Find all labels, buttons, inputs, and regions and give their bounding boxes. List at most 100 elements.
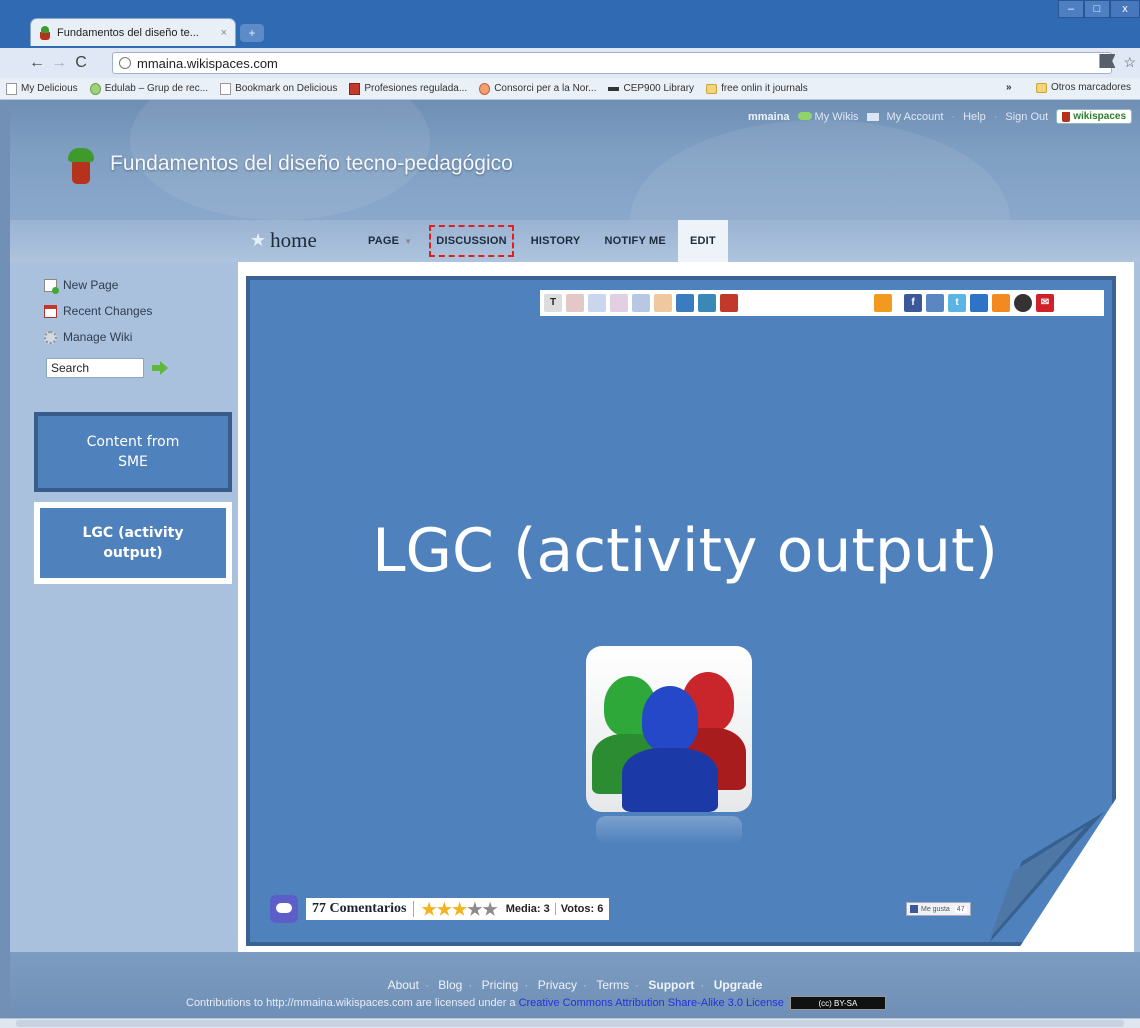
footer-link-blog[interactable]: Blog xyxy=(438,978,462,992)
back-icon[interactable]: ← xyxy=(26,54,48,72)
wiki-page: mmaina My Wikis My Account · Help · Sign… xyxy=(10,100,1140,1018)
sidebar: New Page Recent Changes Manage Wiki Cont… xyxy=(10,262,238,952)
tab-label: DISCUSSION xyxy=(436,235,507,247)
star-icon[interactable]: ★ xyxy=(250,230,266,251)
twitter-icon[interactable]: t xyxy=(948,294,966,312)
person-blue xyxy=(642,686,698,752)
bookmark-item[interactable]: Bookmark on Delicious xyxy=(220,82,337,95)
callout-content-from-sme: Content from SME xyxy=(34,412,232,492)
reader-icon[interactable] xyxy=(698,294,716,312)
blogger-icon[interactable] xyxy=(992,294,1010,312)
star-icon[interactable]: ★ xyxy=(452,901,467,918)
footer-link-terms[interactable]: Terms xyxy=(596,978,629,992)
footer-link-about[interactable]: About xyxy=(388,978,419,992)
footer-link-support[interactable]: Support xyxy=(648,978,694,992)
tab-edit[interactable]: EDIT xyxy=(677,220,728,262)
star-icon[interactable]: ★ xyxy=(422,901,437,918)
delicious-icon[interactable] xyxy=(970,294,988,312)
bookmarks-more-icon[interactable]: » xyxy=(1006,82,1012,93)
audio-icon[interactable] xyxy=(610,294,628,312)
separator: · xyxy=(424,978,429,992)
new-tab-button[interactable]: + xyxy=(240,24,264,42)
screen-icon[interactable] xyxy=(588,294,606,312)
maximize-button[interactable]: □ xyxy=(1084,0,1110,18)
star-icon[interactable]: ★ xyxy=(437,901,452,918)
bookmark-label: Profesiones regulada... xyxy=(364,83,468,94)
username[interactable]: mmaina xyxy=(748,111,790,123)
bookmark-label: My Delicious xyxy=(21,83,78,94)
tab-notify-me[interactable]: NOTIFY ME xyxy=(592,220,678,262)
bookmark-item[interactable]: Consorci per a la Nor... xyxy=(479,82,596,95)
forward-icon[interactable]: → xyxy=(48,54,70,72)
facebook-icon[interactable]: f xyxy=(904,294,922,312)
myspace-icon[interactable] xyxy=(926,294,944,312)
my-wikis-icon xyxy=(797,111,812,120)
home-breadcrumb[interactable]: ★ home xyxy=(250,228,317,253)
callout-text: LGC (activity output) xyxy=(82,525,184,561)
address-bar[interactable]: mmaina.wikispaces.com xyxy=(112,52,1112,74)
translate-icon[interactable] xyxy=(676,294,694,312)
email-icon[interactable]: ✉ xyxy=(1036,294,1054,312)
license-notice: Contributions to http://mmaina.wikispace… xyxy=(186,996,886,1010)
bookmark-item[interactable]: free onlin it journals xyxy=(706,83,808,94)
footer-link-upgrade[interactable]: Upgrade xyxy=(714,978,763,992)
scrollbar-thumb[interactable] xyxy=(16,1020,1124,1027)
bookmark-item[interactable]: Profesiones regulada... xyxy=(349,82,468,95)
folder-icon xyxy=(706,83,718,94)
sign-out-link[interactable]: Sign Out xyxy=(1005,111,1048,123)
folder-icon xyxy=(1036,82,1047,93)
header-decoration xyxy=(630,120,1010,220)
horizontal-scrollbar[interactable] xyxy=(0,1018,1140,1028)
browser-tab[interactable]: Fundamentos del diseño te... × xyxy=(30,18,236,46)
sidebar-item-recent-changes[interactable]: Recent Changes xyxy=(44,304,152,318)
close-window-button[interactable]: x xyxy=(1110,0,1140,18)
bookmark-item[interactable]: Edulab – Grup de rec... xyxy=(89,82,208,95)
license-link[interactable]: Creative Commons Attribution Share-Alike… xyxy=(519,997,784,1009)
close-icon[interactable]: × xyxy=(221,27,227,39)
bookmark-icon[interactable] xyxy=(566,294,584,312)
my-wikis-link[interactable]: My Wikis xyxy=(797,111,859,123)
tab-history[interactable]: HISTORY xyxy=(519,220,593,262)
sidebar-item-label: New Page xyxy=(63,278,119,292)
license-text: Contributions to http://mmaina.wikispace… xyxy=(186,997,516,1009)
my-account-link[interactable]: My Account xyxy=(887,111,944,123)
page-navbar: ★ home PAGE ▼ DISCUSSION HISTORY NOTIFY M… xyxy=(10,220,1140,262)
rss-icon[interactable] xyxy=(874,294,892,312)
pdf-icon[interactable] xyxy=(720,294,738,312)
site-title[interactable]: Fundamentos del diseño tecno-pedagógico xyxy=(110,152,513,176)
help-link[interactable]: Help xyxy=(963,111,986,123)
footer-link-privacy[interactable]: Privacy xyxy=(538,978,577,992)
other-bookmarks[interactable]: Otros marcadores xyxy=(1036,82,1131,93)
bookmark-item[interactable]: My Delicious xyxy=(6,82,78,95)
sidebar-item-new-page[interactable]: New Page xyxy=(44,278,119,294)
reload-icon[interactable]: C xyxy=(70,54,92,72)
facebook-like-button[interactable]: Me gusta 47 xyxy=(906,902,971,916)
digg-icon[interactable] xyxy=(1014,294,1032,312)
star-icon[interactable]: ★ xyxy=(483,901,498,918)
wikispaces-logo[interactable]: wikispaces xyxy=(1056,109,1132,124)
save-icon[interactable] xyxy=(632,294,650,312)
rating-box: 77 Comentarios ★ ★ ★ ★ ★ Media: 3 Votos:… xyxy=(306,898,610,920)
search-input[interactable] xyxy=(46,358,144,378)
leaf-icon xyxy=(89,82,101,95)
like-label: Me gusta xyxy=(921,905,950,913)
plant-pot xyxy=(72,162,90,184)
tab-discussion[interactable]: DISCUSSION xyxy=(424,220,518,262)
comments-icon[interactable] xyxy=(270,895,298,923)
bookmark-item[interactable]: CEP900 Library xyxy=(608,83,694,94)
extension-flag-icon[interactable] xyxy=(1099,54,1116,68)
cc-license-badge[interactable]: (cc) BY-SA xyxy=(789,996,886,1010)
tab-page[interactable]: PAGE ▼ xyxy=(356,220,424,262)
footer-link-pricing[interactable]: Pricing xyxy=(482,978,519,992)
minimize-button[interactable]: – xyxy=(1058,0,1084,18)
star-icon[interactable]: ★ xyxy=(467,901,482,918)
search-go-arrow-icon[interactable] xyxy=(152,360,168,376)
rating-stars[interactable]: ★ ★ ★ ★ ★ xyxy=(422,901,498,918)
sidebar-item-manage-wiki[interactable]: Manage Wiki xyxy=(44,330,132,344)
bookmark-star-icon[interactable]: ☆ xyxy=(1123,54,1136,71)
comments-count[interactable]: 77 Comentarios xyxy=(312,901,414,917)
mail-icon[interactable] xyxy=(866,112,879,121)
text-size-icon[interactable]: T xyxy=(544,294,562,312)
chat-icon[interactable] xyxy=(654,294,672,312)
toolbar-actions: ☆ xyxy=(1099,54,1136,71)
